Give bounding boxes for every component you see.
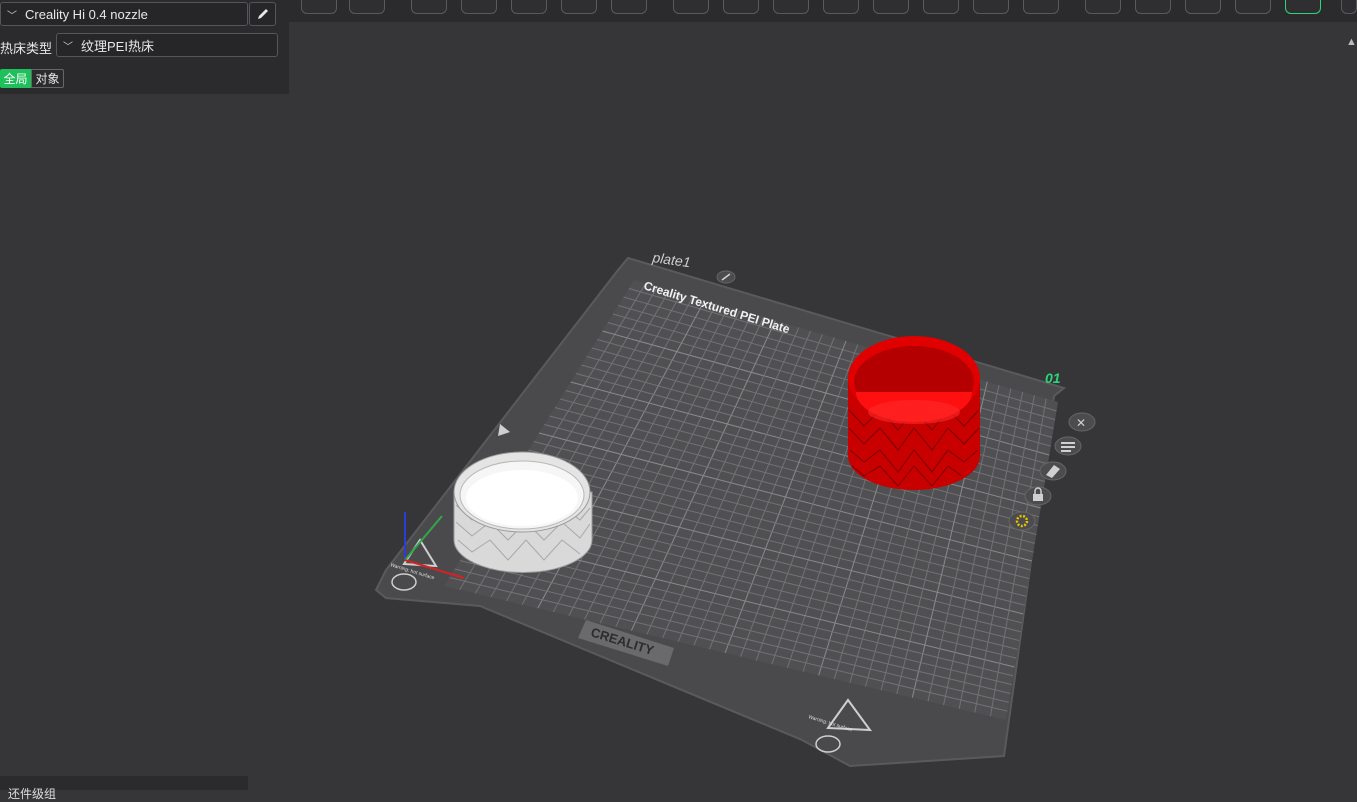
svg-text:✕: ✕ bbox=[1076, 416, 1086, 430]
toolbar-color-paint-icon[interactable] bbox=[1285, 0, 1321, 14]
chevron-down-icon: ﹀ bbox=[7, 10, 17, 22]
toolbar-auto-orient-icon[interactable] bbox=[511, 0, 547, 14]
top-toolbar bbox=[289, 0, 1357, 22]
plate-settings-button[interactable] bbox=[1008, 511, 1036, 531]
toolbar-mesh-boolean-icon[interactable] bbox=[923, 0, 959, 14]
printer-name: Creality Hi 0.4 nozzle bbox=[25, 6, 148, 22]
printer-settings-panel: ﹀ Creality Hi 0.4 nozzle 热床类型 ﹀ 纹理PEI热床 … bbox=[0, 0, 289, 94]
toolbar-more-icon[interactable] bbox=[1341, 0, 1357, 14]
toolbar-measure-icon[interactable] bbox=[1085, 0, 1121, 14]
model-object-selected[interactable] bbox=[848, 336, 980, 490]
toolbar-cube-icon[interactable] bbox=[301, 0, 337, 14]
toolbar-cut-icon[interactable] bbox=[873, 0, 909, 14]
printer-select[interactable]: ﹀ Creality Hi 0.4 nozzle bbox=[0, 2, 248, 26]
toolbar-sphere-icon[interactable] bbox=[1235, 0, 1271, 14]
plate-close-button[interactable]: ✕ bbox=[1068, 412, 1096, 432]
toolbar-arrange-icon[interactable] bbox=[461, 0, 497, 14]
plate-index: 01 bbox=[1045, 370, 1061, 386]
3d-viewport[interactable]: plate1 Creality Textured PEI Plate 01 CR… bbox=[0, 0, 1357, 790]
plate-arrange-button[interactable] bbox=[1054, 436, 1082, 456]
model-object-white[interactable] bbox=[453, 451, 593, 573]
toolbar-grid-icon[interactable] bbox=[349, 0, 385, 14]
tab-global[interactable]: 全局 bbox=[0, 69, 31, 88]
plate-edit-icon[interactable] bbox=[716, 270, 736, 284]
toolbar-text-icon[interactable] bbox=[1185, 0, 1221, 14]
toolbar-lay-flat-icon[interactable] bbox=[823, 0, 859, 14]
bed-type-select[interactable]: ﹀ 纹理PEI热床 bbox=[56, 33, 278, 57]
toolbar-scale-icon[interactable] bbox=[773, 0, 809, 14]
toolbar-move-icon[interactable] bbox=[673, 0, 709, 14]
tab-object[interactable]: 对象 bbox=[31, 69, 64, 88]
toolbar-seam-paint-icon[interactable] bbox=[1023, 0, 1059, 14]
toolbar-layout-icon[interactable] bbox=[561, 0, 597, 14]
toolbar-split-icon[interactable] bbox=[611, 0, 647, 14]
toolbar-assembly-icon[interactable] bbox=[1135, 0, 1171, 14]
chevron-down-icon: ﹀ bbox=[63, 41, 73, 53]
bed-type-label: 热床类型 bbox=[0, 41, 53, 56]
pencil-icon bbox=[257, 9, 268, 19]
object-list-panel: 还件级组 bbox=[0, 776, 248, 801]
plate-orient-button[interactable] bbox=[1039, 461, 1067, 481]
bed-type-value: 纹理PEI热床 bbox=[81, 38, 154, 54]
toolbar-orient-icon[interactable] bbox=[411, 0, 447, 14]
plate-lock-button[interactable] bbox=[1024, 486, 1052, 506]
edit-printer-button[interactable] bbox=[249, 2, 276, 26]
toolbar-support-paint-icon[interactable] bbox=[973, 0, 1009, 14]
object-list-label: 还件级组 bbox=[8, 787, 57, 801]
toolbar-rotate-icon[interactable] bbox=[723, 0, 759, 14]
collapse-arrow-icon[interactable]: ▲ bbox=[1346, 36, 1357, 50]
